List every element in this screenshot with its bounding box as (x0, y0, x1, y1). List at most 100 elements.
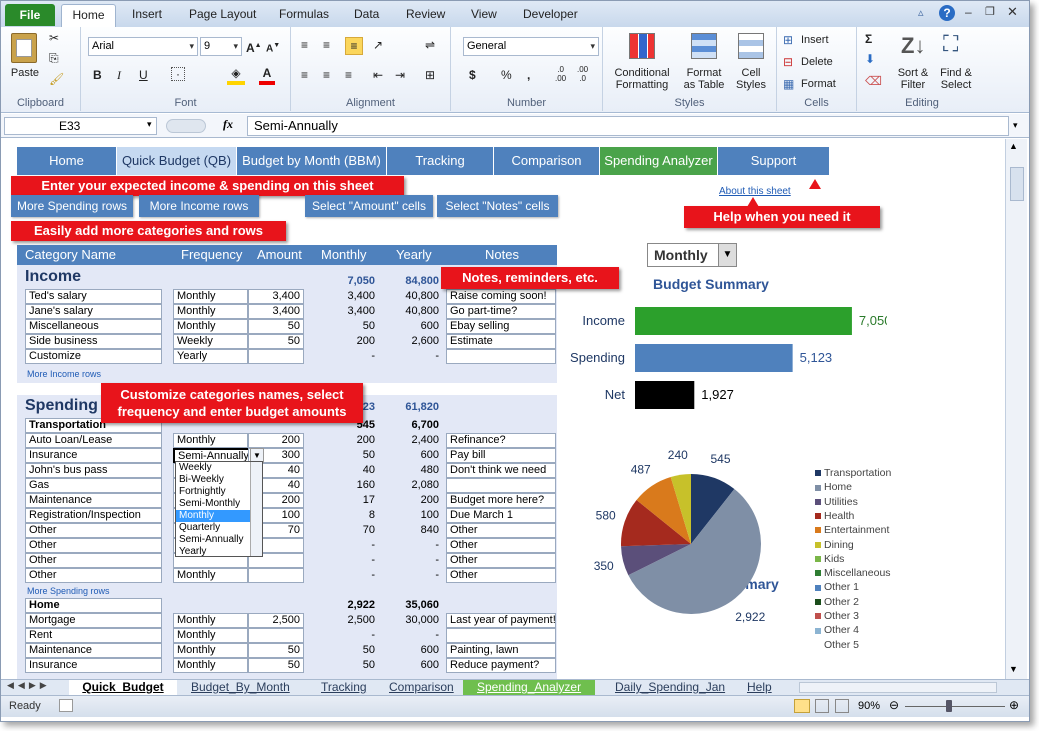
category-cell[interactable]: Other (25, 568, 162, 583)
normal-view-icon[interactable] (794, 699, 810, 713)
dropdown-option[interactable]: Quarterly (176, 522, 250, 534)
zoom-level[interactable]: 90% (858, 700, 880, 712)
format-as-table-button[interactable]: Format as Table (677, 67, 731, 91)
worksheet[interactable]: Home Quick Budget (QB) Budget by Month (… (1, 139, 1005, 679)
notes-cell[interactable]: Due March 1 (446, 508, 556, 523)
amount-cell[interactable]: 200 (248, 433, 304, 448)
comma-icon[interactable]: , (527, 67, 530, 83)
zoom-out-icon[interactable]: ⊖ (889, 698, 899, 712)
borders-icon[interactable]: · (171, 67, 185, 81)
notes-cell[interactable]: Budget more here? (446, 493, 556, 508)
dropdown-option[interactable]: Bi-Weekly (176, 474, 250, 486)
increase-indent-icon[interactable]: ⇥ (395, 67, 405, 83)
group-name-cell[interactable]: Home (25, 598, 162, 613)
category-cell[interactable]: Insurance (25, 658, 162, 673)
vertical-scrollbar[interactable]: ▲ ▼ (1005, 139, 1027, 679)
font-name-select[interactable]: Arial (88, 37, 198, 56)
underline-icon[interactable]: U (139, 67, 148, 83)
name-box[interactable]: E33 (4, 117, 157, 135)
tab-insert[interactable]: Insert (132, 6, 162, 27)
notes-cell[interactable]: Estimate (446, 334, 556, 349)
more-spending-rows-link[interactable]: More Spending rows (27, 586, 110, 596)
percent-icon[interactable]: % (501, 67, 512, 83)
horizontal-scrollbar[interactable] (799, 682, 997, 693)
format-cells-button[interactable]: Format (801, 78, 836, 90)
frequency-cell[interactable]: Monthly (173, 658, 248, 673)
notes-cell[interactable] (446, 349, 556, 364)
tab-view[interactable]: View (471, 6, 497, 27)
frequency-cell[interactable]: Monthly (173, 289, 248, 304)
category-cell[interactable]: Gas (25, 478, 162, 493)
nav-spending-analyzer[interactable]: Spending Analyzer (600, 147, 718, 175)
notes-cell[interactable]: Other (446, 538, 556, 553)
align-right-icon[interactable]: ≡ (345, 67, 352, 83)
find-select-button[interactable]: Find & Select (935, 67, 977, 91)
notes-cell[interactable]: Pay bill (446, 448, 556, 463)
shrink-font-icon[interactable]: A▼ (266, 38, 280, 57)
align-center-icon[interactable]: ≡ (323, 67, 330, 83)
nav-comparison[interactable]: Comparison (494, 147, 600, 175)
category-cell[interactable]: Rent (25, 628, 162, 643)
frequency-cell[interactable]: Monthly (173, 433, 248, 448)
category-cell[interactable]: Other (25, 553, 162, 568)
amount-cell[interactable]: 50 (248, 334, 304, 349)
notes-cell[interactable]: Don't think we need (446, 463, 556, 478)
frequency-cell[interactable]: Monthly (173, 613, 248, 628)
nav-support[interactable]: Support (718, 147, 830, 175)
tab-page-layout[interactable]: Page Layout (189, 6, 256, 27)
sheet-tab-tracking[interactable]: Tracking (321, 680, 367, 695)
category-cell[interactable]: Other (25, 523, 162, 538)
macro-record-icon[interactable] (59, 699, 73, 712)
format-as-table-icon[interactable] (691, 33, 717, 59)
notes-cell[interactable]: Other (446, 523, 556, 538)
amount-cell[interactable]: 50 (248, 658, 304, 673)
notes-cell[interactable]: Refinance? (446, 433, 556, 448)
notes-cell[interactable]: Raise coming soon! (446, 289, 556, 304)
tab-formulas[interactable]: Formulas (279, 6, 329, 27)
fill-icon[interactable]: ⬇ (865, 51, 875, 67)
category-cell[interactable]: Mortgage (25, 613, 162, 628)
font-size-select[interactable]: 9 (200, 37, 242, 56)
notes-cell[interactable]: Other (446, 568, 556, 583)
amount-cell[interactable] (248, 568, 304, 583)
notes-cell[interactable]: Reduce payment? (446, 658, 556, 673)
orientation-icon[interactable]: ↗ (373, 37, 383, 53)
about-sheet-link[interactable]: About this sheet (719, 186, 791, 197)
align-middle-icon[interactable]: ≡ (323, 37, 330, 53)
insert-cells-button[interactable]: Insert (801, 34, 829, 46)
nav-home[interactable]: Home (17, 147, 117, 175)
category-cell[interactable]: Maintenance (25, 643, 162, 658)
zoom-slider-thumb[interactable] (946, 700, 952, 712)
amount-cell[interactable]: 50 (248, 319, 304, 334)
notes-cell[interactable] (446, 628, 556, 643)
clear-icon[interactable]: ⌫ (865, 73, 882, 89)
number-format-select[interactable]: General (463, 37, 599, 56)
page-layout-view-icon[interactable] (815, 699, 829, 713)
more-income-rows-link[interactable]: More Income rows (27, 369, 101, 379)
zoom-in-icon[interactable]: ⊕ (1009, 698, 1019, 712)
formula-input[interactable]: Semi-Annually (247, 116, 1009, 136)
cell-styles-icon[interactable] (738, 33, 764, 59)
sheet-tab-quick-budget[interactable]: Quick_Budget (69, 680, 177, 695)
sheet-nav-arrows-icon[interactable]: ◀◀▶▶ (7, 680, 51, 691)
collapse-ribbon-icon[interactable]: ▵ (918, 6, 924, 19)
scroll-up-icon[interactable]: ▲ (1009, 141, 1018, 151)
delete-cells-button[interactable]: Delete (801, 56, 833, 68)
frequency-cell[interactable]: Monthly (173, 304, 248, 319)
dropdown-option[interactable]: Yearly (176, 546, 250, 558)
category-cell[interactable]: Customize (25, 349, 162, 364)
category-cell[interactable]: Jane's salary (25, 304, 162, 319)
sheet-tab-budget-by-month[interactable]: Budget_By_Month (191, 680, 290, 695)
amount-cell[interactable]: 3,400 (248, 289, 304, 304)
select-amount-cells-button[interactable]: Select "Amount" cells (305, 195, 433, 217)
nav-budget-by-month[interactable]: Budget by Month (BBM) (237, 147, 387, 175)
dropdown-option[interactable]: Weekly (176, 462, 250, 474)
amount-cell[interactable]: 3,400 (248, 304, 304, 319)
fill-color-icon[interactable]: ◈ (227, 65, 245, 85)
vertical-scroll-thumb[interactable] (1010, 167, 1024, 201)
dropdown-option[interactable]: Monthly (176, 510, 250, 522)
amount-cell[interactable]: 2,500 (248, 613, 304, 628)
paste-button[interactable]: Paste (9, 67, 41, 79)
notes-cell[interactable]: Other (446, 553, 556, 568)
currency-icon[interactable]: $ (469, 67, 476, 83)
